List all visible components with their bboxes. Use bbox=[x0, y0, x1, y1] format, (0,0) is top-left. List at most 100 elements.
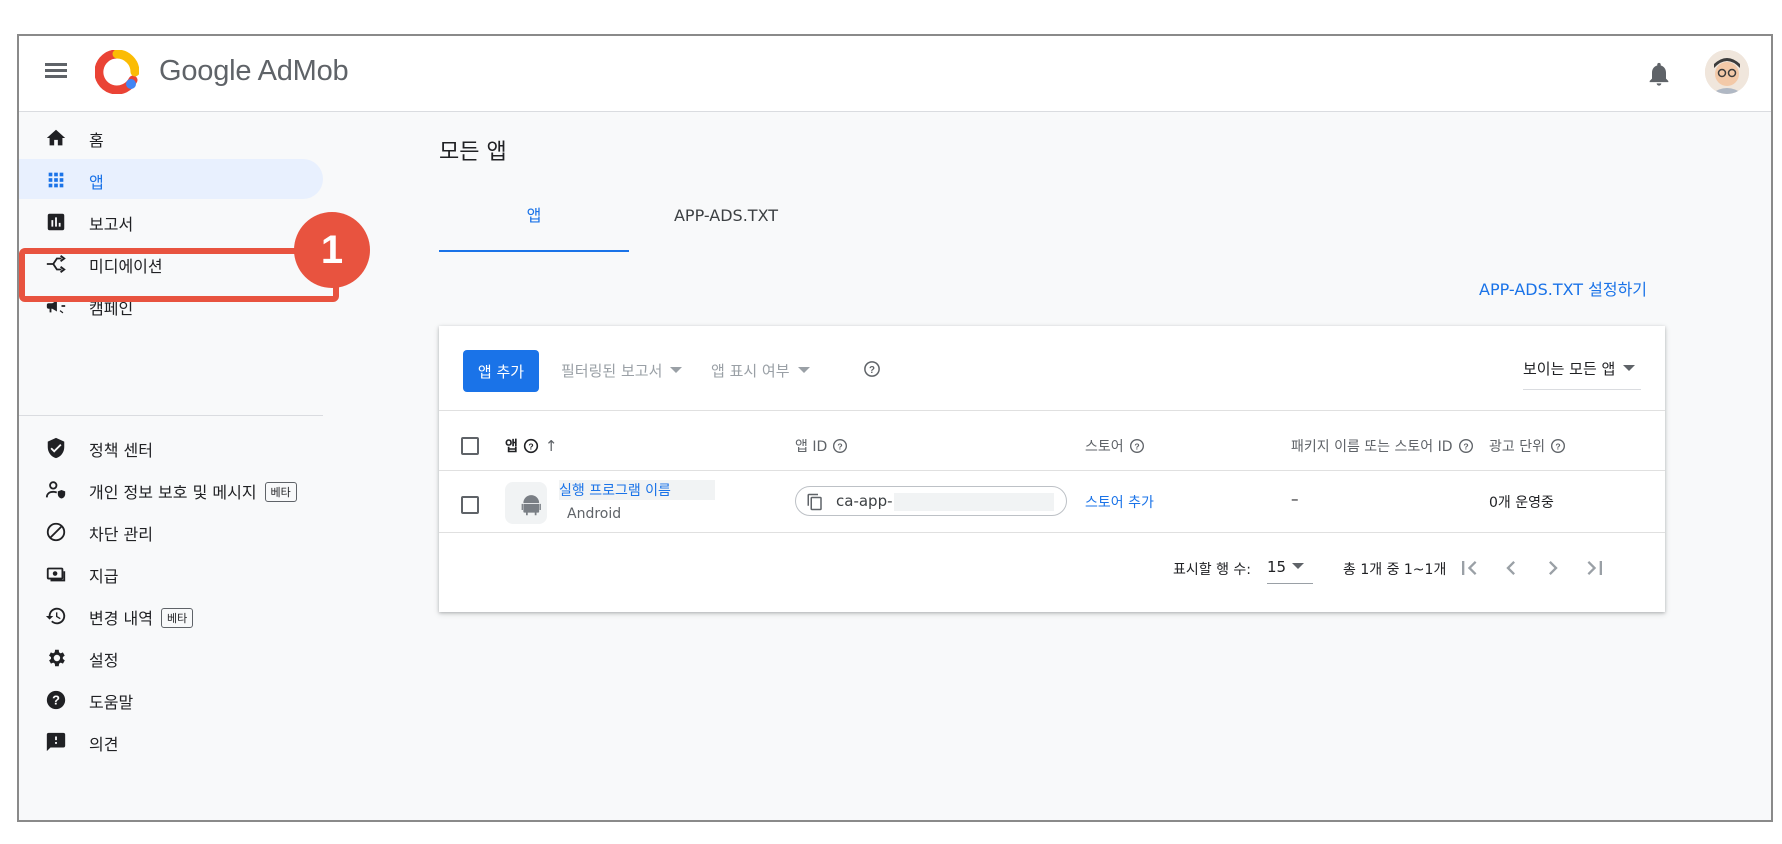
help-icon: ? bbox=[46, 690, 66, 710]
filtered-reports-dropdown[interactable]: 필터링된 보고서 bbox=[561, 360, 683, 381]
svg-text:?: ? bbox=[838, 441, 843, 451]
block-icon bbox=[46, 522, 66, 542]
column-header-store: 스토어 ? bbox=[1085, 436, 1145, 456]
help-circle-icon[interactable]: ? bbox=[863, 360, 881, 378]
sidebar-item-label: 개인 정보 보호 및 메시지 베타 bbox=[89, 479, 297, 503]
sidebar-item-apps[interactable]: 앱 bbox=[19, 159, 323, 199]
sidebar-item-home[interactable]: 홈 bbox=[19, 117, 323, 157]
feedback-icon bbox=[46, 732, 66, 752]
help-circle-icon[interactable]: ? bbox=[1129, 438, 1145, 454]
tab-apps[interactable]: 앱 bbox=[439, 192, 629, 252]
column-header-app-id: 앱 ID ? bbox=[795, 436, 848, 456]
column-header-package: 패키지 이름 또는 스토어 ID ? bbox=[1291, 436, 1474, 456]
help-circle-icon[interactable]: ? bbox=[1550, 438, 1566, 454]
visible-apps-select[interactable]: 보이는 모든 앱 bbox=[1523, 352, 1641, 390]
sidebar-item-label: 차단 관리 bbox=[89, 525, 153, 544]
beta-badge: 베타 bbox=[160, 608, 194, 628]
svg-text:?: ? bbox=[52, 693, 60, 708]
rows-per-page-select[interactable]: 15 bbox=[1267, 552, 1313, 584]
app-visibility-dropdown[interactable]: 앱 표시 여부 bbox=[711, 360, 810, 381]
svg-text:?: ? bbox=[869, 365, 875, 376]
sidebar-item-label-text: 변경 내역 bbox=[89, 609, 153, 628]
chevron-down-icon bbox=[670, 367, 683, 373]
add-app-button[interactable]: 앱 추가 bbox=[463, 350, 539, 392]
tab-app-ads-txt[interactable]: APP-ADS.TXT bbox=[631, 192, 821, 252]
sidebar-item-change-history[interactable]: 변경 내역 베타 bbox=[19, 595, 323, 635]
sidebar-item-label: 설정 bbox=[89, 651, 119, 670]
annotation-highlight-box bbox=[19, 248, 339, 302]
beta-badge: 베타 bbox=[264, 482, 297, 502]
svg-text:?: ? bbox=[1134, 441, 1139, 451]
annotation-step-badge: 1 bbox=[294, 212, 370, 288]
copy-icon[interactable] bbox=[806, 492, 824, 512]
help-circle-icon[interactable]: ? bbox=[832, 438, 848, 454]
previous-page-icon[interactable] bbox=[1497, 554, 1525, 582]
filtered-reports-label: 필터링된 보고서 bbox=[561, 362, 663, 380]
sidebar-item-label: 앱 bbox=[89, 173, 104, 192]
sidebar-item-label: 의견 bbox=[89, 735, 119, 754]
sidebar-item-settings[interactable]: 설정 bbox=[19, 637, 323, 677]
sort-arrow-up-icon[interactable]: ↑ bbox=[545, 437, 558, 455]
row-checkbox[interactable] bbox=[461, 496, 479, 514]
svg-text:?: ? bbox=[1463, 441, 1468, 451]
rows-per-page-value: 15 bbox=[1267, 558, 1287, 576]
app-platform-label: Android bbox=[567, 506, 622, 522]
help-circle-icon[interactable]: ? bbox=[1458, 438, 1474, 454]
help-circle-icon[interactable]: ? bbox=[523, 438, 539, 454]
column-header-app[interactable]: 앱 ? ↑ bbox=[505, 436, 557, 456]
visible-apps-value: 보이는 모든 앱 bbox=[1523, 360, 1616, 378]
column-header-label: 앱 bbox=[505, 439, 518, 455]
select-all-checkbox[interactable] bbox=[461, 437, 479, 455]
app-id-chip: ca-app- bbox=[795, 486, 1067, 516]
sidebar-nav: 홈 앱 보고서 미디에이션 캠페인 정책 센터 개인 정보 보호 및 메시지베 bbox=[19, 112, 370, 820]
sidebar-item-label: 도움말 bbox=[89, 693, 134, 712]
sidebar-item-feedback[interactable]: 의견 bbox=[19, 721, 323, 761]
app-visibility-label: 앱 표시 여부 bbox=[711, 362, 790, 380]
sidebar-item-policy-center[interactable]: 정책 센터 bbox=[19, 427, 323, 467]
home-icon bbox=[46, 129, 66, 146]
apps-table-card: 앱 추가 필터링된 보고서 앱 표시 여부 ? 보이는 모든 앱 앱 ? ↑ 앱… bbox=[439, 326, 1665, 612]
menu-icon[interactable] bbox=[43, 60, 69, 86]
column-header-label: 앱 ID bbox=[795, 439, 828, 455]
redacted-block bbox=[894, 493, 1054, 511]
app-name-link[interactable]: 실행 프로그램 이름 bbox=[559, 480, 715, 500]
divider bbox=[439, 470, 1665, 471]
pagination-range: 총 1개 중 1~1개 bbox=[1343, 562, 1447, 578]
sidebar-item-help[interactable]: ? 도움말 bbox=[19, 679, 323, 719]
divider bbox=[439, 410, 1665, 411]
chevron-down-icon bbox=[797, 367, 810, 373]
payments-icon bbox=[46, 567, 66, 582]
chevron-down-icon bbox=[1292, 563, 1305, 569]
add-store-link[interactable]: 스토어 추가 bbox=[1085, 492, 1154, 512]
bell-icon[interactable] bbox=[1645, 60, 1673, 88]
apps-grid-icon bbox=[48, 172, 64, 188]
sidebar-item-reports[interactable]: 보고서 bbox=[19, 201, 323, 241]
top-app-bar: Google AdMob bbox=[19, 36, 1771, 112]
sidebar-item-label-text: 개인 정보 보호 및 메시지 bbox=[89, 483, 257, 502]
bar-chart-icon bbox=[47, 213, 65, 231]
first-page-icon[interactable] bbox=[1455, 554, 1483, 582]
sidebar-item-privacy[interactable]: 개인 정보 보호 및 메시지 베타 bbox=[19, 469, 323, 509]
page-title: 모든 앱 bbox=[439, 140, 507, 165]
package-cell: – bbox=[1291, 490, 1299, 508]
next-page-icon[interactable] bbox=[1539, 554, 1567, 582]
column-header-label: 패키지 이름 또는 스토어 ID bbox=[1291, 439, 1453, 455]
privacy-icon bbox=[45, 481, 66, 499]
sidebar-item-payments[interactable]: 지급 bbox=[19, 553, 323, 593]
sidebar-item-label: 지급 bbox=[89, 567, 119, 586]
svg-text:?: ? bbox=[528, 441, 533, 451]
sidebar-item-blocking[interactable]: 차단 관리 bbox=[19, 511, 323, 551]
ad-units-cell: 0개 운영중 bbox=[1489, 495, 1554, 511]
app-ads-txt-setup-link[interactable]: APP-ADS.TXT 설정하기 bbox=[1479, 276, 1647, 300]
svg-text:?: ? bbox=[1555, 441, 1560, 451]
admob-logo[interactable] bbox=[95, 50, 139, 94]
history-icon bbox=[45, 607, 66, 625]
sidebar-divider bbox=[19, 415, 323, 416]
gear-icon bbox=[49, 649, 65, 667]
app-id-text: ca-app- bbox=[836, 492, 893, 510]
column-header-ad-units: 광고 단위 ? bbox=[1489, 436, 1566, 456]
last-page-icon[interactable] bbox=[1581, 554, 1609, 582]
user-avatar[interactable] bbox=[1705, 50, 1749, 94]
sidebar-item-label: 정책 센터 bbox=[89, 441, 153, 460]
app-window: Google AdMob 홈 앱 보고서 미디에이션 캠페인 정책 센터 개인 … bbox=[17, 34, 1773, 822]
